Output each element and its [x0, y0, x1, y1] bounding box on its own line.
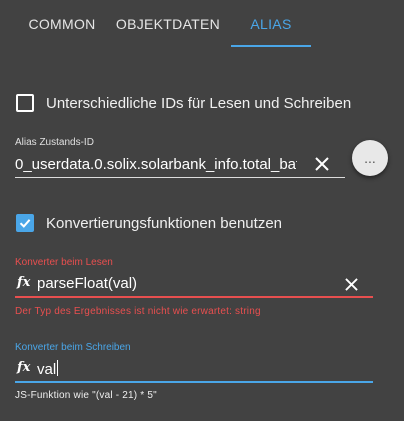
read-converter-field[interactable]: fx parseFloat(val): [15, 270, 373, 298]
checkmark-icon: [19, 219, 31, 228]
tab-bar: COMMON OBJEKTDATEN ALIAS: [0, 0, 404, 48]
text-caret: [57, 360, 59, 376]
tab-common[interactable]: COMMON: [16, 0, 108, 48]
function-icon: fx: [17, 360, 31, 375]
write-converter-helper: JS-Funktion wie "(val - 21) * 5": [15, 390, 157, 401]
tab-alias[interactable]: ALIAS: [231, 0, 311, 48]
alias-id-field[interactable]: 0_userdata.0.solix.solarbank_info.total_…: [15, 150, 345, 178]
write-converter-label: Konverter beim Schreiben: [15, 342, 131, 353]
write-converter-input[interactable]: val: [37, 361, 56, 378]
write-converter-field[interactable]: fx val: [15, 355, 373, 383]
read-converter-input[interactable]: parseFloat(val): [37, 275, 137, 292]
clear-alias-id-icon[interactable]: [315, 157, 329, 176]
function-icon: fx: [17, 275, 31, 290]
select-id-button[interactable]: ...: [352, 140, 388, 176]
tab-objektdaten[interactable]: OBJEKTDATEN: [110, 0, 226, 48]
clear-read-converter-icon[interactable]: [345, 278, 358, 296]
read-converter-error: Der Typ des Ergebnisses ist nicht wie er…: [15, 306, 261, 317]
different-ids-checkbox[interactable]: [16, 94, 34, 112]
use-converters-checkbox[interactable]: [16, 214, 34, 232]
active-tab-indicator: [231, 45, 311, 47]
alias-settings-panel: COMMON OBJEKTDATEN ALIAS Unterschiedlich…: [0, 0, 404, 421]
alias-id-label: Alias Zustands-ID: [15, 137, 94, 148]
write-converter-input-wrap[interactable]: val: [37, 360, 59, 378]
different-ids-checkbox-row[interactable]: Unterschiedliche IDs für Lesen und Schre…: [16, 94, 351, 112]
use-converters-checkbox-row[interactable]: Konvertierungsfunktionen benutzen: [16, 214, 282, 232]
use-converters-label: Konvertierungsfunktionen benutzen: [46, 214, 283, 232]
different-ids-label: Unterschiedliche IDs für Lesen und Schre…: [46, 94, 352, 112]
more-icon: ...: [364, 150, 376, 166]
read-converter-label: Konverter beim Lesen: [15, 257, 113, 268]
alias-id-input[interactable]: 0_userdata.0.solix.solarbank_info.total_…: [15, 156, 297, 173]
